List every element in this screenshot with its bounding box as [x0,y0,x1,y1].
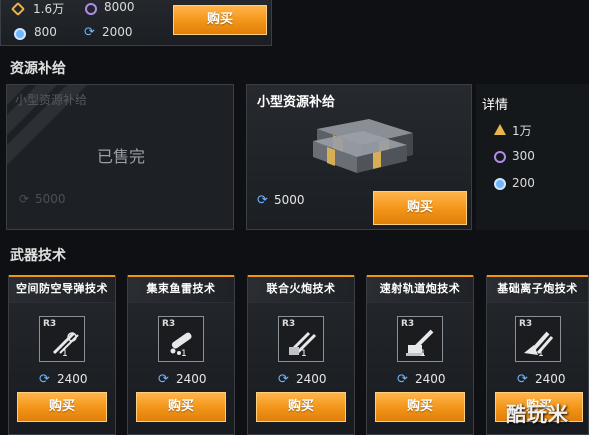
details-blue-value: 200 [512,176,535,190]
level-number: 1 [420,349,426,359]
resource-card-buy-button[interactable]: 购买 [373,191,467,225]
basic-ion-cannon-tech-icon: R3 1 [515,316,561,362]
resource-gold-icon [10,1,26,17]
card-accent-stripe [487,275,588,277]
weapon-card-name: 联合火炮技术 [248,276,354,303]
weapon-card-price: 2400 [57,372,88,386]
weapon-card: 空间防空导弹技术 R3 1 ⟳ 2400 购买 [8,275,116,435]
weapon-card-name: 集束鱼雷技术 [128,276,234,303]
resource-purple-icon [494,151,506,163]
details-title: 详情 [482,98,509,113]
details-gold-value: 1万 [512,124,532,138]
weapon-card-price: 2400 [296,372,327,386]
card-accent-stripe [367,275,473,277]
weapon-card: 速射轨道炮技术 R3 1 ⟳ 2400 购买 [366,275,474,435]
weapon-card-buy-button[interactable]: 购买 [136,392,226,422]
refresh-currency-icon: ⟳ [278,372,289,387]
rapid-railgun-tech-icon: R3 1 [397,316,443,362]
weapon-section-title: 武器技术 [10,248,66,264]
weapon-card-name: 速射轨道炮技术 [367,276,473,303]
refresh-currency-icon: ⟳ [84,25,95,40]
refresh-currency-icon: ⟳ [397,372,408,387]
weapon-card-name: 基础离子炮技术 [487,276,588,303]
details-purple-value: 300 [512,149,535,163]
resource-section-title: 资源补给 [10,61,66,77]
weapon-card-price: 2400 [176,372,207,386]
refresh-currency-icon: ⟳ [517,372,528,387]
joint-cannon-tech-icon: R3 1 [278,316,324,362]
card-accent-stripe [248,275,354,277]
weapon-card: 集束鱼雷技术 R3 1 ⟳ 2400 购买 [127,275,235,435]
watermark-text: 酷玩米 [506,402,569,426]
level-number: 1 [301,349,307,359]
weapon-card-buy-button[interactable]: 购买 [17,392,107,422]
resource-blue-icon [494,178,506,190]
card-accent-stripe [128,275,234,277]
anti-air-missile-tech-icon: R3 1 [39,316,85,362]
refresh-currency-icon: ⟳ [39,372,50,387]
supply-crate-image [313,119,413,173]
sold-out-card-name: 小型资源补给 [15,93,88,107]
top-pack-buy-button[interactable]: 购买 [173,5,267,35]
resource-purple-icon [85,3,97,15]
resource-card: 小型资源补给 ⟳ 5000 购买 [246,84,472,230]
refresh-currency-icon: ⟳ [158,372,169,387]
sold-out-card-price: 5000 [35,192,66,206]
resource-card-price: 5000 [274,193,305,207]
sold-out-label: 已售完 [96,147,145,166]
details-panel: 详情 1万 300 200 [476,84,589,230]
weapon-card-price: 2400 [535,372,566,386]
weapon-card-buy-button[interactable]: 购买 [375,392,465,422]
top-pack-stat-gold: 1.6万 [33,2,65,16]
weapon-card-price: 2400 [415,372,446,386]
top-pack-stat-currency: 2000 [102,25,133,39]
resource-gold-icon [494,124,506,135]
refresh-currency-icon: ⟳ [19,192,30,206]
level-number: 1 [181,349,187,359]
weapon-card-name: 空间防空导弹技术 [9,276,115,303]
sold-out-card: 小型资源补给 已售完 ⟳ 5000 [6,84,234,230]
top-pack-panel: 1.6万 8000 800 ⟳ 2000 购买 [0,0,272,46]
weapon-card: 联合火炮技术 R3 1 ⟳ 2400 购买 [247,275,355,435]
resource-card-name: 小型资源补给 [257,95,336,110]
top-pack-stat-purple: 8000 [104,0,135,14]
weapon-card-buy-button[interactable]: 购买 [256,392,346,422]
card-accent-stripe [9,275,115,277]
top-pack-stat-blue: 800 [34,25,57,39]
cluster-torpedo-tech-icon: R3 1 [158,316,204,362]
refresh-currency-icon: ⟳ [257,193,268,208]
resource-blue-icon [14,28,26,40]
level-number: 1 [62,349,68,359]
level-number: 1 [538,349,544,359]
